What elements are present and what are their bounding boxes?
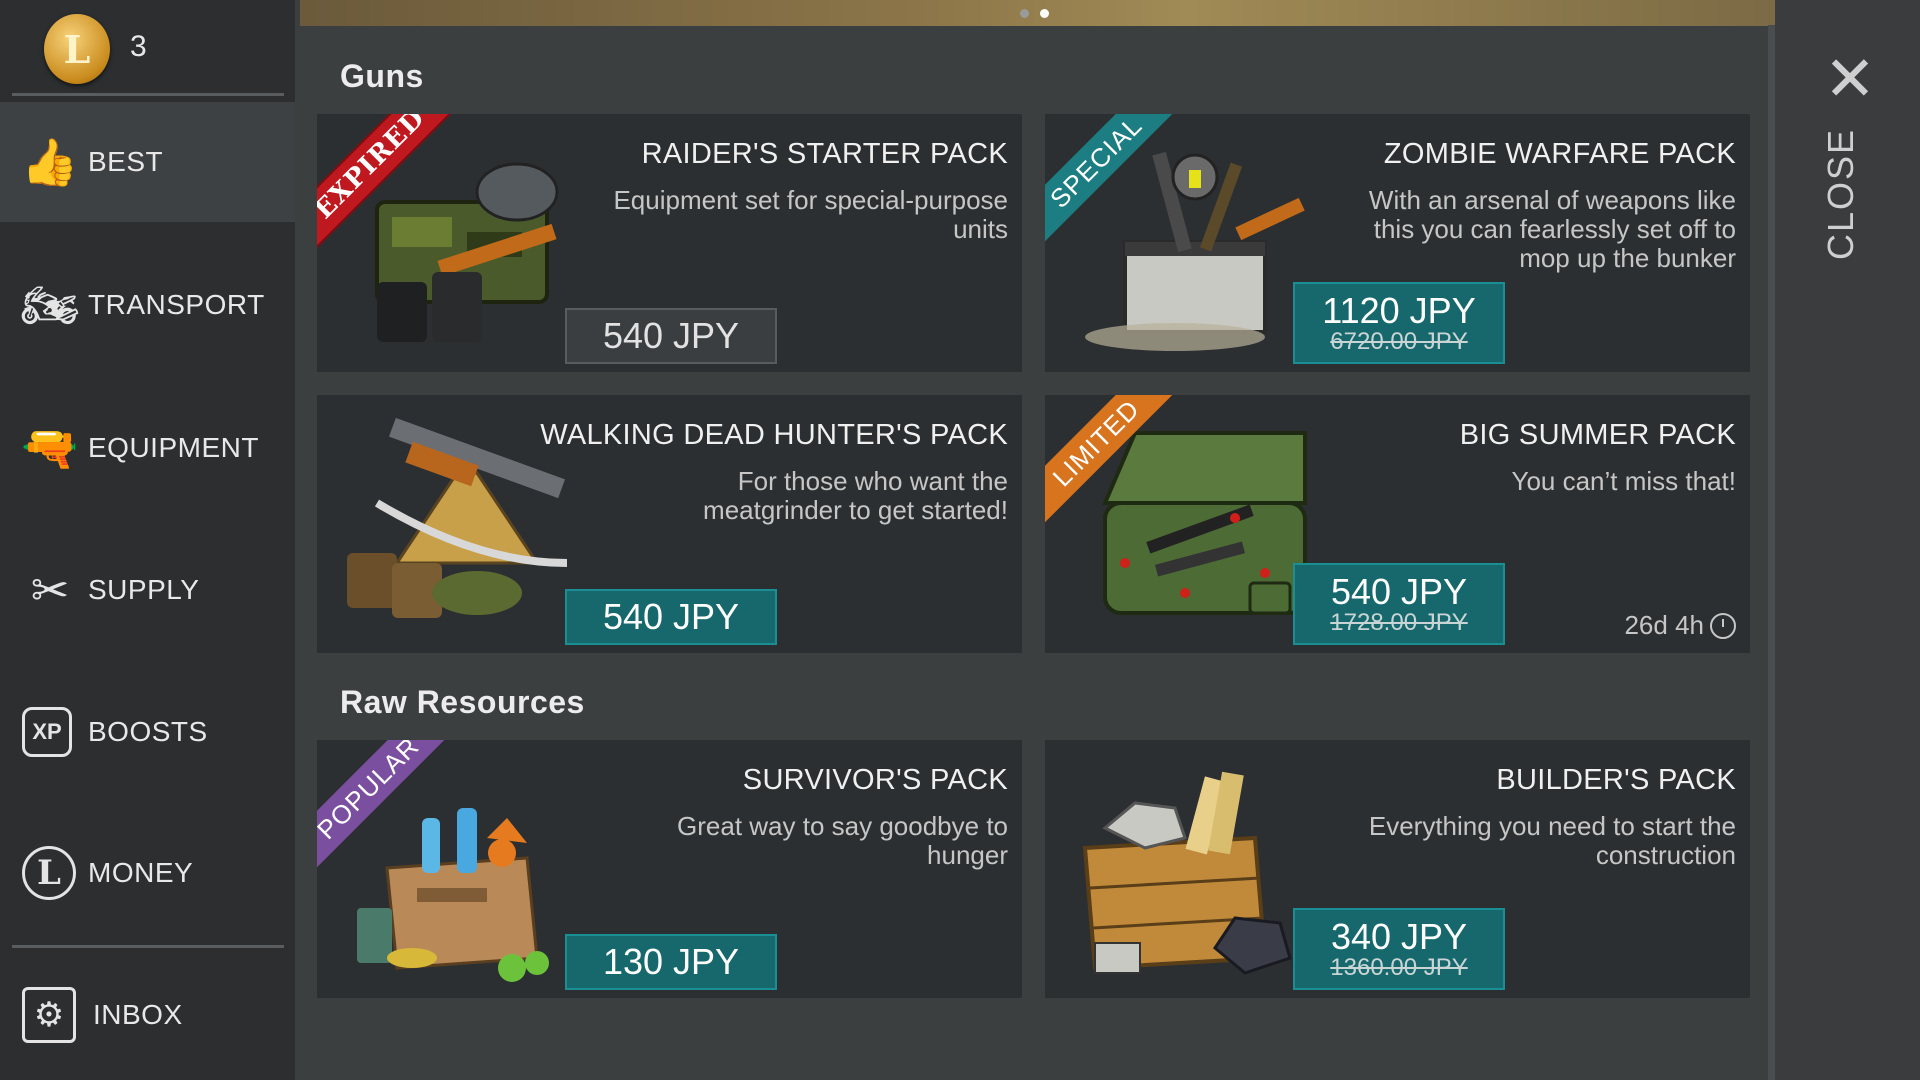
coin-icon: L xyxy=(22,846,76,900)
sidebar-item-label: MONEY xyxy=(88,857,194,888)
inbox-icon: ⚙ xyxy=(22,987,76,1043)
sidebar-item-label: TRANSPORT xyxy=(88,289,265,320)
scrollbar[interactable] xyxy=(1768,25,1775,1080)
sidebar-item-transport[interactable]: 🏍 TRANSPORT xyxy=(0,245,295,365)
pack-art-image xyxy=(1082,771,1292,975)
sidebar-item-label: INBOX xyxy=(93,999,183,1030)
pack-description: Great way to say goodbye to hunger xyxy=(677,811,1008,870)
carousel-dot[interactable] xyxy=(1020,9,1029,18)
price-button[interactable]: 540 JPY xyxy=(565,589,777,645)
pack-title: WALKING DEAD HUNTER'S PACK xyxy=(540,419,1008,451)
sidebar-item-boosts[interactable]: XP BOOSTS xyxy=(0,672,295,792)
price-label: 540 JPY xyxy=(602,596,740,637)
pack-title: ZOMBIE WARFARE PACK xyxy=(1383,138,1736,170)
pack-description: Equipment set for special-purpose units xyxy=(613,185,1008,244)
price-button[interactable]: 1120 JPY 6720.00 JPY xyxy=(1293,282,1505,364)
section-title-guns: Guns xyxy=(340,58,424,94)
pack-card-zombie-warfare[interactable]: SPECIAL ZOMBIE WARFARE PACK With an arse… xyxy=(1045,114,1750,372)
top-banner[interactable] xyxy=(300,0,1780,26)
pack-card-builders[interactable]: BUILDER'S PACK Everything you need to st… xyxy=(1045,740,1750,998)
coin-icon: L xyxy=(44,14,110,84)
divider xyxy=(12,945,284,948)
shop-content[interactable]: Guns EXPIRED RAIDER'S STARTER PACK Equip… xyxy=(295,0,1780,1080)
timer-text: 26d 4h xyxy=(1624,610,1704,640)
price-label: 340 JPY xyxy=(1330,916,1468,957)
original-price: 6720.00 JPY xyxy=(1330,328,1468,355)
carousel-dot-active[interactable] xyxy=(1040,9,1049,18)
original-price: 1728.00 JPY xyxy=(1330,609,1468,636)
pack-description: With an arsenal of weapons like this you… xyxy=(1368,185,1736,273)
pack-card-survivors[interactable]: POPULAR SURVIVOR'S PACK Great way to say… xyxy=(317,740,1022,998)
sidebar-item-label: SUPPLY xyxy=(88,574,200,605)
price-label: 540 JPY xyxy=(1330,571,1468,612)
xp-boost-icon: XP xyxy=(22,707,72,757)
sidebar-item-inbox[interactable]: ⚙ INBOX xyxy=(0,955,295,1075)
tools-icon: ✂ xyxy=(30,564,70,616)
pack-card-big-summer[interactable]: LIMITED BIG SUMMER PACK You can’t miss t… xyxy=(1045,395,1750,653)
price-label: 1120 JPY xyxy=(1322,290,1476,331)
currency-display: L 3 xyxy=(0,0,295,95)
motorcycle-icon: 🏍 xyxy=(20,278,80,331)
price-button[interactable]: 340 JPY 1360.00 JPY xyxy=(1293,908,1505,990)
coin-count: 3 xyxy=(130,30,147,63)
sidebar-item-label: BOOSTS xyxy=(88,716,208,747)
pack-card-walking-dead-hunter[interactable]: WALKING DEAD HUNTER'S PACK For those who… xyxy=(317,395,1022,653)
original-price: 1360.00 JPY xyxy=(1330,954,1468,981)
close-button[interactable]: CLOSE xyxy=(1820,128,1880,260)
sidebar-item-label: BEST xyxy=(88,146,164,177)
sidebar: L 3 👍 BEST 🏍 TRANSPORT 🔫 EQUIPMENT ✂ SUP… xyxy=(0,0,295,1080)
pack-title: RAIDER'S STARTER PACK xyxy=(641,138,1008,170)
clock-icon xyxy=(1710,612,1736,639)
pistol-icon: 🔫 xyxy=(21,421,79,474)
price-button[interactable]: 540 JPY 1728.00 JPY xyxy=(1293,563,1505,645)
pack-title: BUILDER'S PACK xyxy=(1496,764,1736,796)
section-title-raw-resources: Raw Resources xyxy=(340,684,585,720)
pack-card-raiders-starter[interactable]: EXPIRED RAIDER'S STARTER PACK Equipment … xyxy=(317,114,1022,372)
pack-description: Everything you need to start the constru… xyxy=(1368,811,1736,870)
thumbs-up-icon: 👍 xyxy=(21,135,79,188)
pack-title: SURVIVOR'S PACK xyxy=(742,764,1008,796)
sidebar-item-equipment[interactable]: 🔫 EQUIPMENT xyxy=(0,388,295,508)
divider xyxy=(12,93,284,96)
pack-title: BIG SUMMER PACK xyxy=(1459,419,1736,451)
pack-description: You can’t miss that! xyxy=(1511,466,1737,496)
sidebar-item-supply[interactable]: ✂ SUPPLY xyxy=(0,530,295,650)
offer-timer: 26d 4h xyxy=(1624,610,1736,641)
sidebar-item-money[interactable]: L MONEY xyxy=(0,813,295,933)
price-label: 130 JPY xyxy=(602,941,740,982)
close-icon[interactable]: ✕ xyxy=(1822,49,1878,111)
sidebar-item-label: EQUIPMENT xyxy=(88,432,259,463)
price-button[interactable]: 540 JPY xyxy=(565,308,777,364)
pack-description: For those who want the meatgrinder to ge… xyxy=(703,466,1008,525)
price-label: 540 JPY xyxy=(602,315,740,356)
price-button[interactable]: 130 JPY xyxy=(565,934,777,990)
sidebar-item-best[interactable]: 👍 BEST xyxy=(0,102,295,222)
